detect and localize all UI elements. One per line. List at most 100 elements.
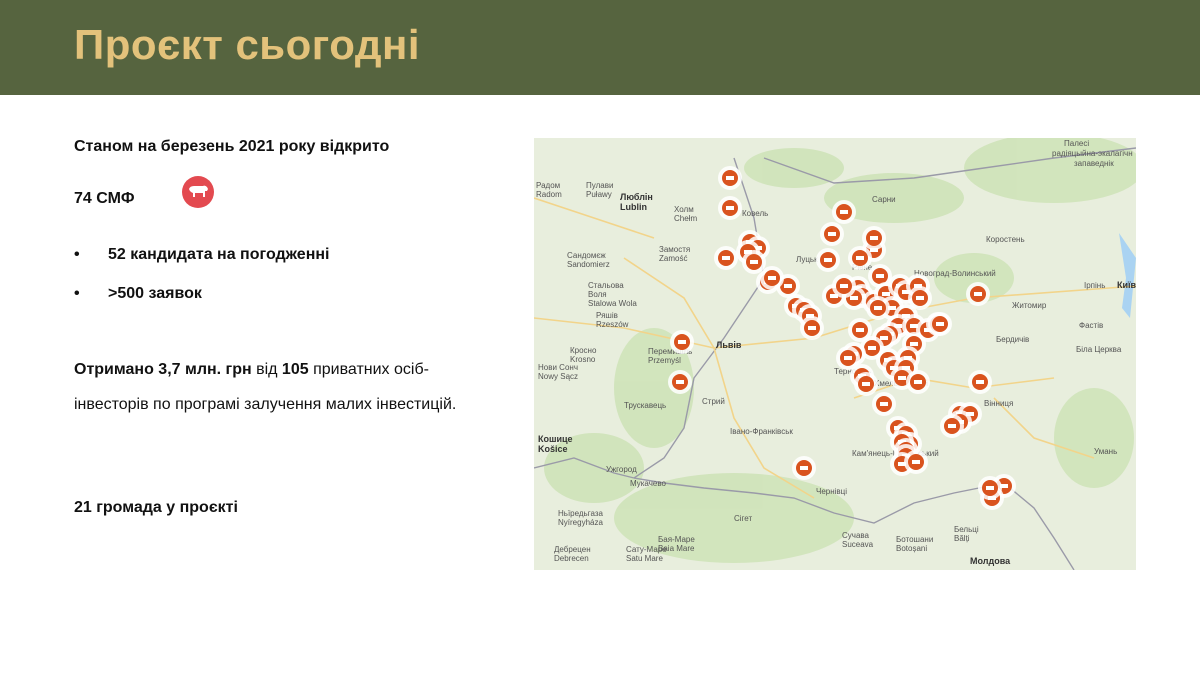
smf-marker[interactable] (940, 414, 964, 438)
svg-text:Молдова: Молдова (970, 556, 1011, 566)
smf-marker[interactable] (872, 392, 896, 416)
svg-text:Холм: Холм (674, 205, 694, 214)
svg-text:Nyíregyháza: Nyíregyháza (558, 518, 603, 527)
svg-text:Satu Mare: Satu Mare (626, 554, 663, 563)
project-map[interactable]: Палесі радіяцыйна-экалагічн запаведнік Р… (534, 138, 1136, 570)
svg-text:Біла Церква: Біла Церква (1076, 345, 1122, 354)
svg-text:радіяцыйна-экалагічн: радіяцыйна-экалагічн (1052, 149, 1133, 158)
smf-marker[interactable] (668, 370, 692, 394)
svg-text:Botoșani: Botoșani (896, 544, 927, 553)
svg-text:Rzeszów: Rzeszów (596, 320, 629, 329)
svg-text:Chełm: Chełm (674, 214, 697, 223)
page-title: Проєкт сьогодні (74, 21, 421, 68)
svg-text:Бая-Маре: Бая-Маре (658, 535, 695, 544)
smf-marker[interactable] (742, 250, 766, 274)
svg-text:Стрий: Стрий (702, 397, 725, 406)
svg-text:Івано-Франківськ: Івано-Франківськ (730, 427, 793, 436)
svg-text:Стальова: Стальова (588, 281, 624, 290)
smf-marker[interactable] (670, 330, 694, 354)
svg-text:Фастів: Фастів (1079, 321, 1103, 330)
svg-text:Житомир: Житомир (1012, 301, 1047, 310)
svg-text:Люблін: Люблін (620, 192, 653, 202)
svg-text:Дебрецен: Дебрецен (554, 545, 591, 554)
svg-text:Ковель: Ковель (742, 209, 768, 218)
svg-text:Košice: Košice (538, 444, 568, 454)
svg-text:Nowy Sącz: Nowy Sącz (538, 372, 578, 381)
svg-text:Сарни: Сарни (872, 195, 896, 204)
svg-text:Ботошани: Ботошани (896, 535, 933, 544)
svg-text:Сату-Маре: Сату-Маре (626, 545, 667, 554)
svg-text:Київ: Київ (1117, 280, 1136, 290)
svg-text:Замостя: Замостя (659, 245, 690, 254)
bullet-dot: • (74, 246, 80, 263)
svg-text:Кросно: Кросно (570, 346, 597, 355)
svg-text:запаведнік: запаведнік (1074, 159, 1114, 168)
svg-text:Пулави: Пулави (586, 181, 613, 190)
cow-icon (182, 176, 214, 208)
svg-text:Вінниця: Вінниця (984, 399, 1013, 408)
svg-text:Stalowa Wola: Stalowa Wola (588, 299, 637, 308)
svg-text:Ірпінь: Ірпінь (1084, 281, 1105, 290)
svg-text:Кошице: Кошице (538, 434, 573, 444)
svg-text:Ряшів: Ряшів (596, 311, 618, 320)
smf-marker[interactable] (816, 248, 840, 272)
svg-text:Puławy: Puławy (586, 190, 612, 199)
svg-text:Сучава: Сучава (842, 531, 870, 540)
svg-text:Sandomierz: Sandomierz (567, 260, 610, 269)
smf-marker[interactable] (714, 246, 738, 270)
svg-text:Чернівці: Чернівці (816, 487, 847, 496)
svg-text:Сандомєж: Сандомєж (567, 251, 606, 260)
bullet-text: 52 кандидата на погодженні (108, 246, 330, 263)
svg-text:Палесі: Палесі (1064, 139, 1089, 148)
opened-line: Станом на березень 2021 року відкрито (74, 138, 390, 155)
svg-text:Умань: Умань (1094, 447, 1117, 456)
smf-marker[interactable] (832, 274, 856, 298)
svg-text:Бердичів: Бердичів (996, 335, 1029, 344)
svg-text:Ужгород: Ужгород (606, 465, 637, 474)
smf-marker[interactable] (848, 246, 872, 270)
svg-text:Нови Сонч: Нови Сонч (538, 363, 578, 372)
svg-text:Сігет: Сігет (734, 514, 752, 523)
svg-text:Suceava: Suceava (842, 540, 874, 549)
svg-text:Трускавець: Трускавець (624, 401, 666, 410)
communities-line: 21 громада у проєкті (74, 499, 238, 516)
smf-marker[interactable] (800, 316, 824, 340)
funding-mid: від (251, 361, 282, 378)
svg-text:Луцьк: Луцьк (796, 255, 818, 264)
bullet-text: >500 заявок (108, 285, 202, 302)
smf-marker[interactable] (966, 282, 990, 306)
smf-marker[interactable] (760, 266, 784, 290)
smf-marker[interactable] (928, 312, 952, 336)
svg-text:Бельці: Бельці (954, 525, 979, 534)
funding-paragraph: Отримано 3,7 млн. грн від 105 приватних … (74, 352, 484, 422)
svg-text:Radom: Radom (536, 190, 562, 199)
smf-marker[interactable] (718, 196, 742, 220)
bullet-dot: • (74, 285, 80, 302)
map-canvas: Палесі радіяцыйна-экалагічн запаведнік Р… (534, 138, 1136, 570)
smf-marker[interactable] (862, 226, 886, 250)
smf-marker[interactable] (820, 222, 844, 246)
funding-amount: Отримано 3,7 млн. грн (74, 361, 252, 378)
smf-marker[interactable] (866, 296, 890, 320)
smf-marker[interactable] (906, 370, 930, 394)
svg-text:Zamość: Zamość (659, 254, 687, 263)
smf-marker[interactable] (904, 450, 928, 474)
smf-marker[interactable] (718, 166, 742, 190)
smf-marker[interactable] (832, 200, 856, 224)
svg-text:Воля: Воля (588, 290, 607, 299)
smf-marker[interactable] (792, 456, 816, 480)
smf-marker[interactable] (968, 370, 992, 394)
svg-text:Новоград-Волинський: Новоград-Волинський (914, 269, 996, 278)
svg-text:Львів: Львів (716, 340, 742, 350)
smf-marker[interactable] (978, 476, 1002, 500)
svg-text:Przemyśl: Przemyśl (648, 356, 681, 365)
svg-text:Ньїредьгаза: Ньїредьгаза (558, 509, 603, 518)
svg-text:Радом: Радом (536, 181, 560, 190)
smf-marker[interactable] (854, 372, 878, 396)
slide-header: Проєкт сьогодні (0, 0, 1200, 95)
svg-text:Lublin: Lublin (620, 202, 647, 212)
investor-count: 105 (281, 361, 309, 378)
svg-text:Коростень: Коростень (986, 235, 1025, 244)
smf-count: 74 СМФ (74, 190, 135, 207)
svg-text:Debrecen: Debrecen (554, 554, 589, 563)
